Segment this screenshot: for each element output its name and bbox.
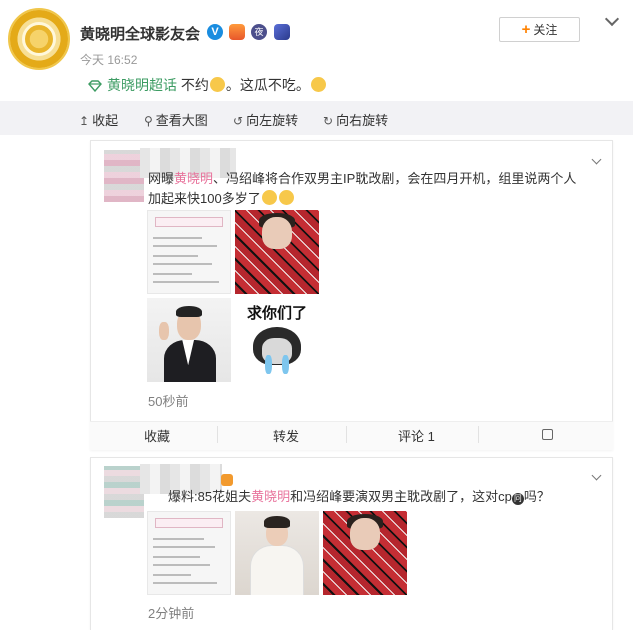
mention-link[interactable]: 黄晓明 — [174, 171, 213, 186]
shh-emoji-icon — [310, 77, 326, 92]
vip-crown-icon — [229, 24, 245, 40]
collapse-label: 收起 — [92, 113, 119, 128]
post-text-part1: 不约 — [177, 77, 209, 93]
magnifier-icon: ⚲ — [144, 114, 153, 128]
doc-header — [154, 518, 224, 528]
comment1-body: 、冯绍峰将合作双男主IP耽改剧，会在四月开机，组里说两个人 — [213, 171, 577, 186]
comment1-time: 50秒前 — [148, 394, 189, 409]
blurred-avatar — [104, 466, 144, 518]
arrow-up-icon: ↥ — [79, 114, 90, 128]
super-topic-icon — [88, 80, 102, 93]
rotate-left-button[interactable]: ↺ 向左旋转 — [233, 110, 298, 129]
chevron-down-icon[interactable] — [604, 11, 620, 27]
photo-suit-man[interactable] — [147, 298, 231, 382]
comment-button[interactable]: 评论 1 — [398, 426, 435, 445]
post-text-part2: 。这瓜不吃。 — [225, 77, 310, 93]
hug-emoji-icon — [209, 77, 225, 92]
comment2-text: 爆料:85花姐夫黄晓明和冯绍峰要演双男主耽改剧了，这对cp 冋吗？ — [168, 486, 550, 507]
chat-screenshot-image[interactable] — [147, 210, 231, 294]
view-large-button[interactable]: ⚲ 查看大图 — [144, 110, 208, 129]
rotate-right-icon: ↻ — [323, 114, 334, 128]
super-topic-link[interactable]: 黄晓明超话 — [107, 77, 177, 93]
post-timestamp: 今天 16:52 — [80, 53, 138, 67]
rotate-right-label: 向右旋转 — [336, 113, 389, 128]
night-badge-icon: 夜 — [251, 24, 267, 40]
rotate-left-icon: ↺ — [233, 114, 244, 128]
comment1-line2-text: 加起来快100多岁了 — [148, 191, 261, 206]
account-username[interactable]: 黄晓明全球影友会 — [80, 23, 200, 44]
post-content: 黄晓明超话 不约 。这瓜不吃。 — [88, 75, 327, 95]
photo-red-shirt-man[interactable] — [323, 511, 407, 595]
comment2-time: 2分钟前 — [148, 606, 195, 621]
rotate-right-button[interactable]: ↻ 向右旋转 — [323, 110, 388, 129]
cp-emoji-icon: 冋 — [511, 493, 524, 505]
rocket-badge-icon — [274, 24, 290, 40]
photo-red-shirt-man[interactable] — [235, 210, 319, 294]
rotate-left-label: 向左旋转 — [246, 113, 299, 128]
comment2-suffix: 吗？ — [523, 489, 550, 504]
plus-icon: + — [521, 21, 531, 38]
follow-label: 关注 — [533, 23, 558, 37]
follow-button[interactable]: + 关注 — [499, 17, 580, 42]
doc-header — [154, 217, 224, 227]
collapse-button[interactable]: ↥ 收起 — [79, 110, 118, 129]
comment2-prefix: 爆料:85花姐夫 — [168, 489, 252, 504]
laugh-cry-emoji-icon — [278, 190, 294, 205]
like-thumb-icon[interactable] — [542, 429, 553, 440]
meme-caption: 求你们了 — [246, 305, 307, 322]
collect-button[interactable]: 收藏 — [144, 426, 170, 445]
repost-button[interactable]: 转发 — [273, 426, 299, 445]
meme-sticker-image[interactable]: 求你们了 — [235, 298, 319, 382]
vip-icon — [221, 474, 233, 486]
photo-white-outfit-man[interactable] — [235, 511, 319, 595]
mention-link[interactable]: 黄晓明 — [251, 489, 290, 504]
chat-screenshot-image[interactable] — [147, 511, 231, 595]
laugh-cry-emoji-icon — [261, 190, 277, 205]
blurred-avatar — [104, 150, 144, 202]
comment1-text-line1: 网曝黄晓明、冯绍峰将合作双男主IP耽改剧，会在四月开机，组里说两个人 — [148, 168, 576, 189]
comment1-prefix: 网曝 — [148, 171, 175, 186]
comment2-body: 和冯绍峰要演双男主耽改剧了，这对cp — [290, 489, 512, 504]
verified-badge-icon: V — [207, 24, 223, 40]
account-avatar[interactable] — [8, 8, 70, 70]
view-large-label: 查看大图 — [155, 113, 208, 128]
comment1-text-line2: 加起来快100多岁了 — [148, 188, 295, 209]
